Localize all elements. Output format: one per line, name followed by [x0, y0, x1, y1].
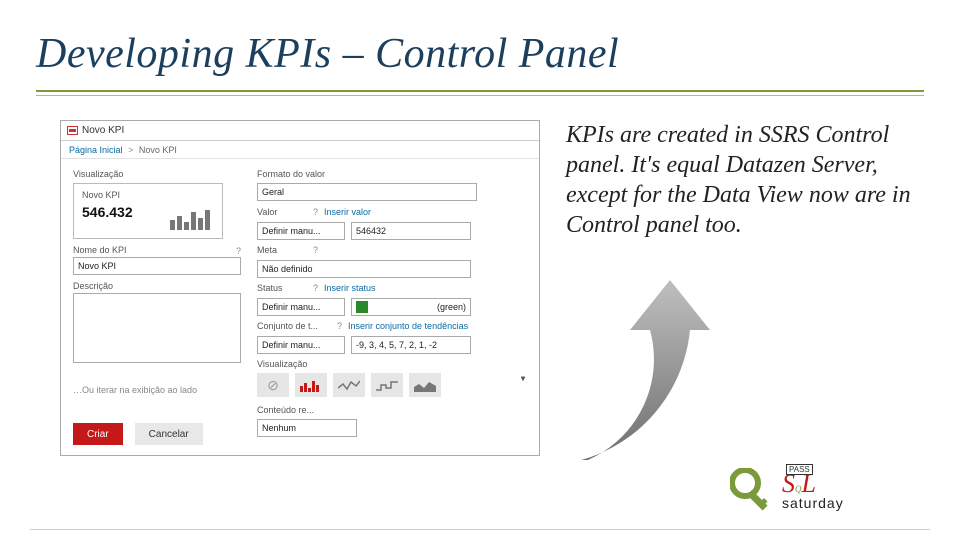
help-icon[interactable]: ? [236, 246, 241, 256]
window-title-text: Novo KPI [82, 121, 124, 141]
curved-arrow-icon [460, 250, 720, 460]
green-swatch-icon [356, 301, 368, 313]
value-format-select[interactable]: Geral▾ [257, 183, 477, 201]
cancel-button[interactable]: Cancelar [135, 423, 203, 445]
footer-rule [30, 529, 930, 530]
body-text: KPIs are created in SSRS Control panel. … [566, 120, 926, 240]
pass-badge: PASS [786, 464, 813, 475]
block-icon: ⊘ [267, 377, 279, 394]
help-icon[interactable]: ? [313, 283, 318, 293]
value-label: Valor [257, 207, 307, 217]
value-number-input[interactable]: 546432 [351, 222, 471, 240]
visualization-label: Visualização [73, 169, 241, 179]
description-label: Descrição [73, 281, 241, 291]
goal-select[interactable]: Não definido▾ [257, 260, 471, 278]
value-mode-select[interactable]: Definir manu...▾ [257, 222, 345, 240]
description-textarea[interactable] [73, 293, 241, 363]
help-icon[interactable]: ? [313, 245, 318, 255]
trendset-label: Conjunto de t... [257, 321, 331, 331]
breadcrumb-current: Novo KPI [139, 145, 177, 155]
related-content-select[interactable]: Nenhum▾ [257, 419, 357, 437]
kpi-preview-tile: Novo KPI 546.432 [73, 183, 223, 239]
viz-area[interactable] [409, 373, 441, 397]
trendset-mode-select[interactable]: Definir manu...▾ [257, 336, 345, 354]
slide-title: Developing KPIs – Control Panel [36, 30, 619, 78]
preview-sparkline-icon [170, 208, 214, 232]
breadcrumb-home[interactable]: Página Inicial [69, 145, 123, 155]
preview-value: 546.432 [82, 204, 133, 220]
insert-trendset-link[interactable]: Inserir conjunto de tendências [348, 321, 468, 331]
help-icon[interactable]: ? [313, 207, 318, 217]
goal-label: Meta [257, 245, 307, 255]
status-value-input[interactable]: (green) [351, 298, 471, 316]
logo-saturday: saturday [782, 495, 844, 511]
title-rule-1 [36, 90, 924, 92]
side-hint: …Ou iterar na exibição ao lado [73, 385, 241, 395]
help-icon[interactable]: ? [337, 321, 342, 331]
viz-step[interactable] [371, 373, 403, 397]
viz-none[interactable]: ⊘ [257, 373, 289, 397]
sql-saturday-logo: PASS SQL saturday [730, 460, 930, 520]
key-icon [730, 468, 776, 512]
preview-name: Novo KPI [82, 190, 133, 200]
viz-line[interactable] [333, 373, 365, 397]
kpi-name-input[interactable]: Novo KPI [73, 257, 241, 275]
value-format-label: Formato do valor [257, 169, 527, 179]
title-rule-2 [36, 95, 924, 96]
breadcrumb: Página Inicial > Novo KPI [61, 141, 539, 159]
breadcrumb-sep: > [128, 145, 133, 155]
trendset-values-input[interactable]: -9, 3, 4, 5, 7, 2, 1, -2 [351, 336, 471, 354]
kpi-icon [67, 126, 78, 135]
kpi-name-label: Nome do KPI [73, 245, 232, 255]
status-label: Status [257, 283, 307, 293]
insert-status-link[interactable]: Inserir status [324, 283, 376, 293]
create-button[interactable]: Criar [73, 423, 123, 445]
viz-bars[interactable] [295, 373, 327, 397]
window-titlebar: Novo KPI [61, 121, 539, 141]
status-mode-select[interactable]: Definir manu...▾ [257, 298, 345, 316]
insert-value-link[interactable]: Inserir valor [324, 207, 371, 217]
